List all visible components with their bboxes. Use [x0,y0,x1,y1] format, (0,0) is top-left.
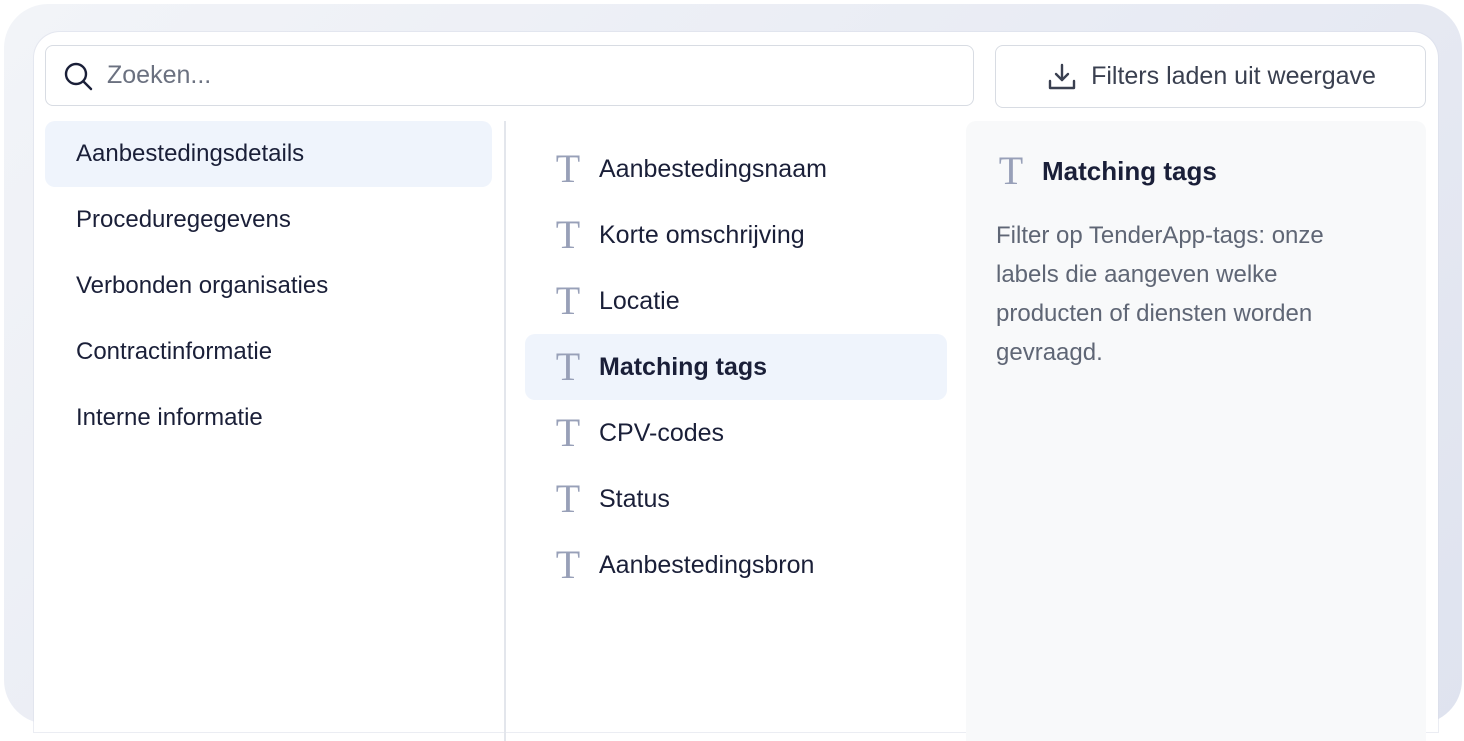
text-type-icon: T [555,344,581,389]
search-icon [60,58,96,94]
category-item-interne-informatie[interactable]: Interne informatie [45,385,492,451]
field-details-panel: T Matching tags Filter op TenderApp-tags… [966,121,1426,741]
field-item-status[interactable]: T Status [525,466,947,532]
filter-panel: Filters laden uit weergave Aanbestedings… [34,32,1438,741]
field-label: CPV-codes [599,418,725,447]
category-label: Aanbestedingsdetails [76,140,305,167]
load-filters-button[interactable]: Filters laden uit weergave [995,45,1426,108]
category-item-aanbestedingsdetails[interactable]: Aanbestedingsdetails [45,121,492,187]
text-type-icon: T [555,212,581,257]
field-item-locatie[interactable]: T Locatie [525,268,947,334]
category-label: Contractinformatie [76,338,273,365]
details-description: Filter op TenderApp-tags: onze labels di… [996,222,1324,366]
category-item-contractinformatie[interactable]: Contractinformatie [45,319,492,385]
field-label: Matching tags [599,352,768,381]
field-label: Aanbestedingsnaam [599,154,827,183]
text-type-icon: T [555,476,581,521]
search-box[interactable] [45,45,974,106]
field-label: Aanbestedingsbron [599,550,815,579]
window-frame: Filters laden uit weergave Aanbestedings… [4,4,1462,741]
category-item-verbonden-organisaties[interactable]: Verbonden organisaties [45,253,492,319]
details-header: T Matching tags [996,151,1217,191]
text-type-icon: T [998,148,1024,193]
category-list: Aanbestedingsdetails Proceduregegevens V… [45,121,492,451]
field-item-cpv-codes[interactable]: T CPV-codes [525,400,947,466]
field-item-korte-omschrijving[interactable]: T Korte omschrijving [525,202,947,268]
field-label: Korte omschrijving [599,220,805,249]
column-divider [504,121,506,741]
category-label: Verbonden organisaties [76,272,329,299]
category-label: Interne informatie [76,404,263,431]
search-input[interactable] [105,60,929,91]
download-icon [1045,60,1079,94]
text-type-icon: T [555,410,581,455]
category-label: Proceduregegevens [76,206,291,233]
text-type-icon: T [555,278,581,323]
field-item-aanbestedingsbron[interactable]: T Aanbestedingsbron [525,532,947,598]
details-title: Matching tags [1042,155,1217,186]
category-item-proceduregegevens[interactable]: Proceduregegevens [45,187,492,253]
field-label: Locatie [599,286,680,315]
field-label: Status [599,484,670,513]
text-type-icon: T [555,146,581,191]
field-item-aanbestedingsnaam[interactable]: T Aanbestedingsnaam [525,136,947,202]
load-filters-label: Filters laden uit weergave [1091,62,1376,90]
field-list: T Aanbestedingsnaam T Korte omschrijving… [525,136,947,598]
field-item-matching-tags[interactable]: T Matching tags [525,334,947,400]
text-type-icon: T [555,542,581,587]
